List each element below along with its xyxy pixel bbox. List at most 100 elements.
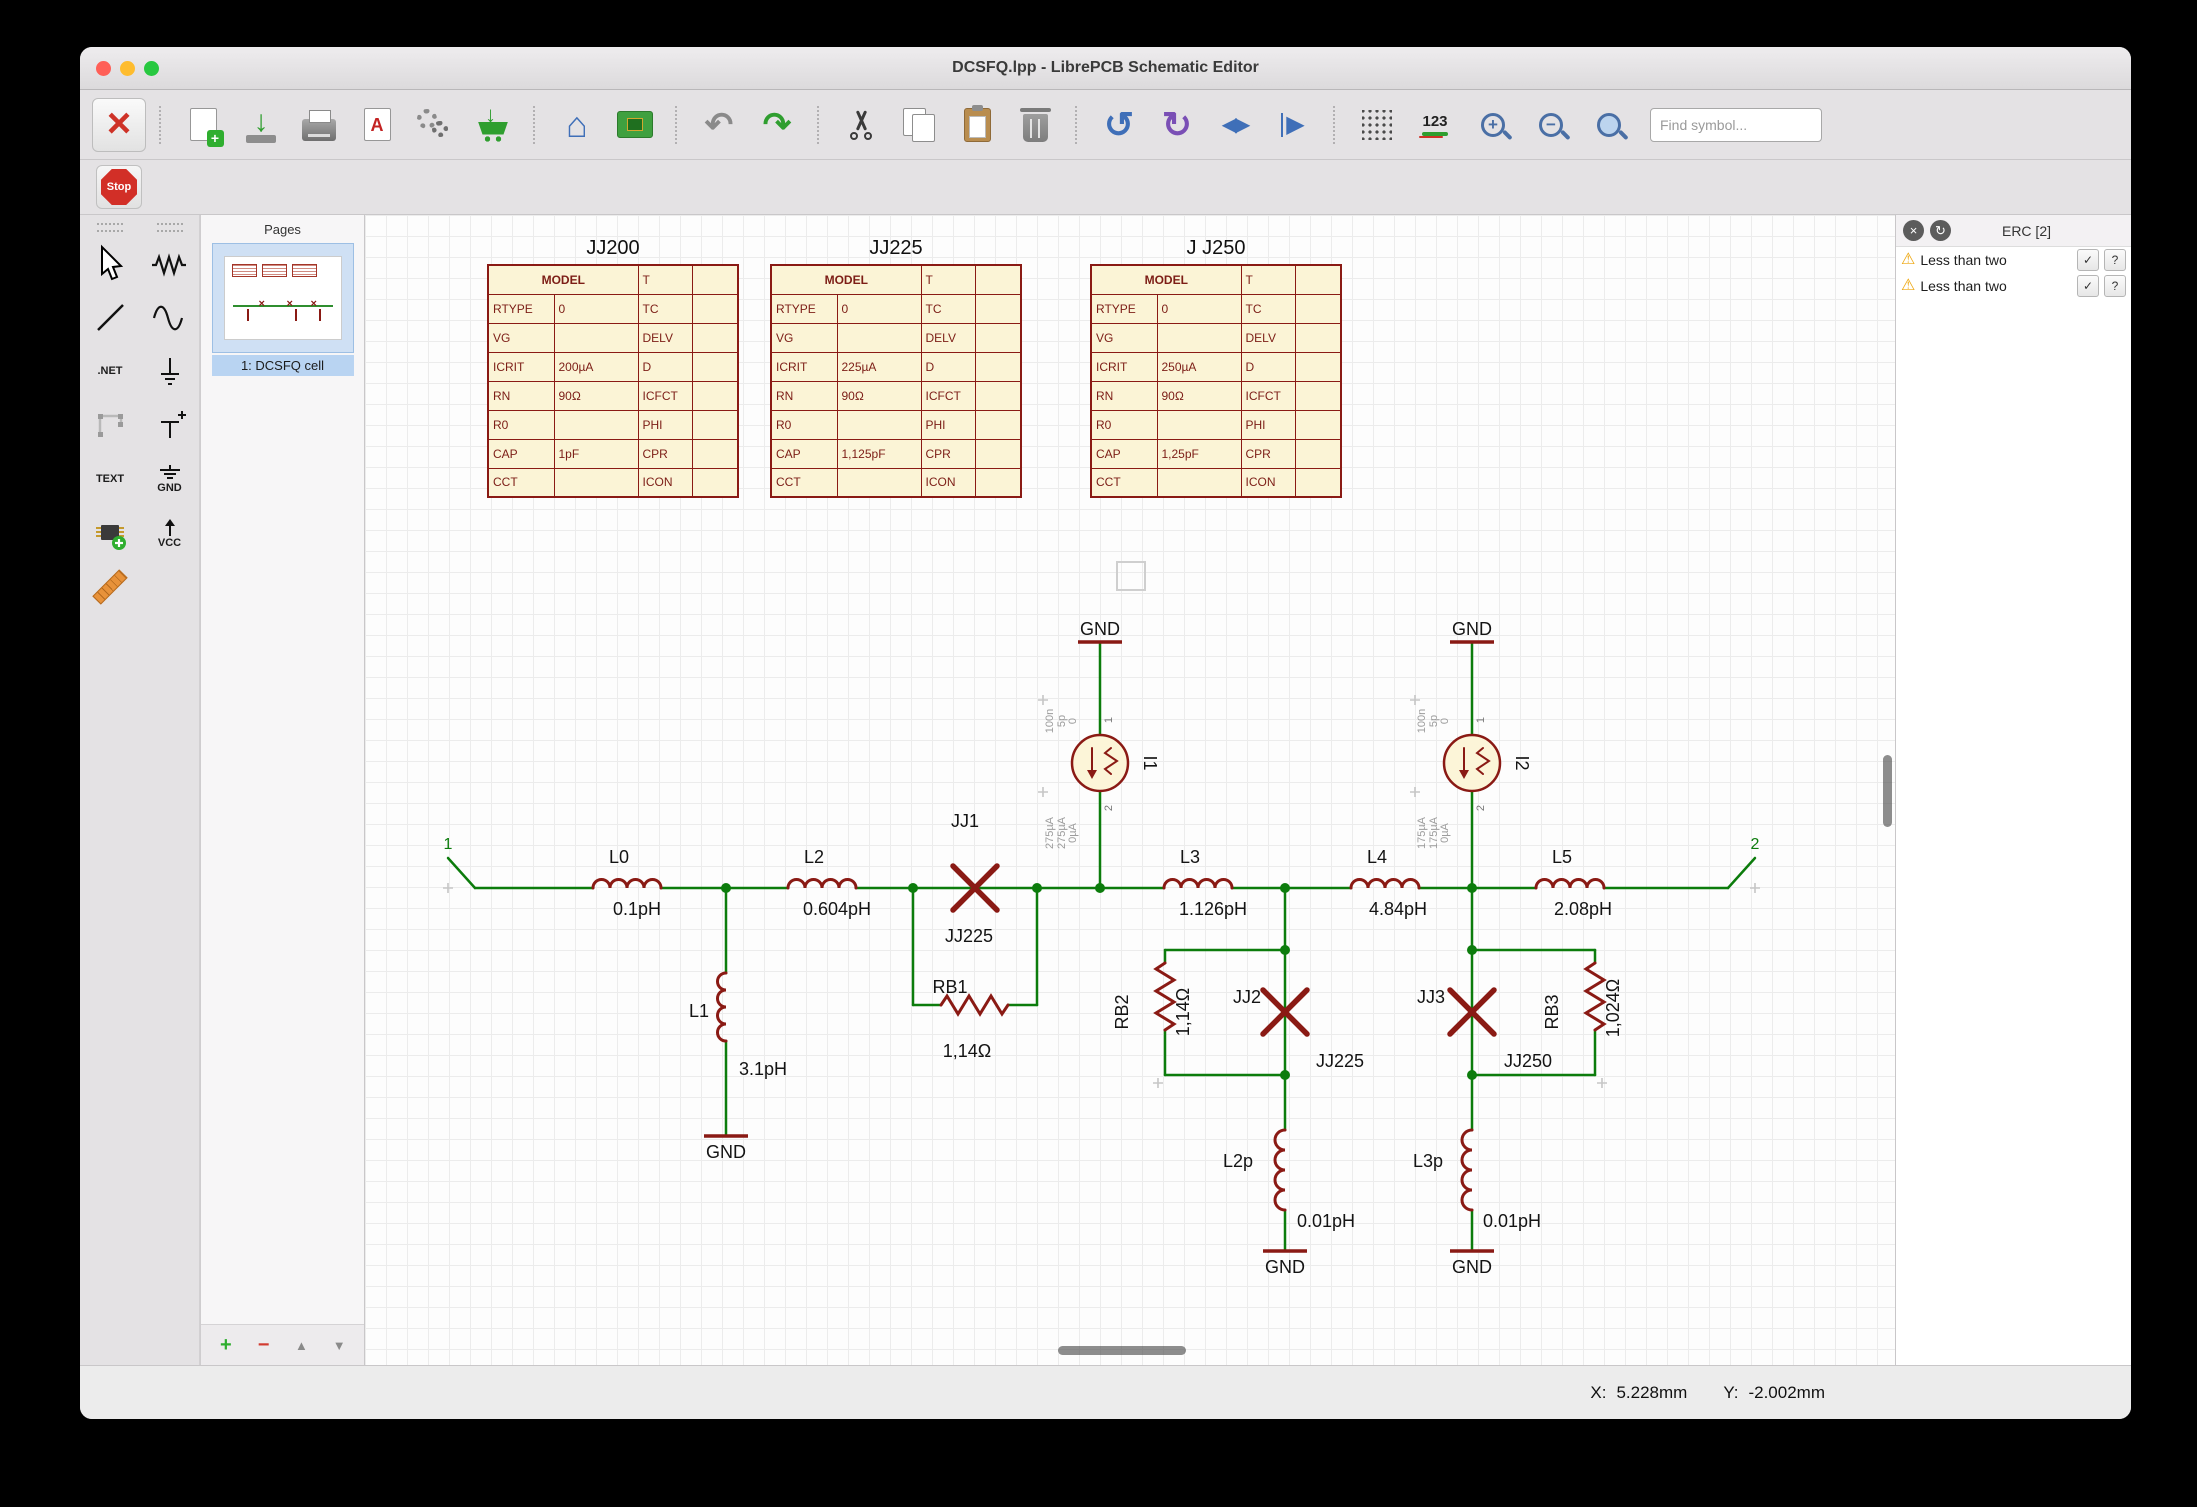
component-value-label[interactable]: 1,024Ω [1603,979,1623,1038]
component-value-label[interactable]: JJ225 [945,926,993,946]
component-value-label[interactable]: JJ250 [1504,1051,1552,1071]
toolbar-grip[interactable] [157,223,183,232]
horizontal-scrollbar[interactable] [1058,1346,1186,1355]
component-value-label[interactable]: 1.126pH [1179,899,1247,919]
print-button[interactable] [292,98,346,152]
component-name-label[interactable]: L3 [1180,847,1200,867]
copy-button[interactable] [892,98,946,152]
zoom-out-button[interactable]: − [1524,98,1578,152]
find-symbol-input[interactable] [1650,108,1822,142]
minimize-window-button[interactable] [120,61,135,76]
toolbar-grip[interactable] [97,223,123,232]
component-value-label[interactable]: 0.604pH [803,899,871,919]
component-name-label[interactable]: RB1 [932,977,967,997]
component-l3p[interactable]: L3p 0.01pH [1413,1130,1541,1231]
gnd-symbol-l3p[interactable]: GND [1450,1251,1494,1277]
component-name-label[interactable]: I1 [1140,755,1160,770]
erc-approve-button[interactable]: ✓ [2077,249,2099,271]
add-page-button[interactable]: + [215,1333,237,1357]
component-name-label[interactable]: L1 [689,1001,709,1021]
component-name-label[interactable]: JJ2 [1233,987,1261,1007]
component-l2p[interactable]: L2p 0.01pH [1223,1130,1355,1231]
redo-button[interactable]: ↷ [750,98,804,152]
gnd-symbol-l1[interactable]: GND [704,1136,748,1162]
component-rb3[interactable]: RB3 1,024Ω [1542,963,1623,1037]
schematic-canvas[interactable]: JJ200 MODEL T RTYPE0TC VGDELV ICRIT200µA… [365,215,1895,1365]
close-project-button[interactable]: × [92,98,146,152]
gnd-symbol-l2p[interactable]: GND [1263,1251,1307,1277]
jj-model-table[interactable]: JJ225 MODEL T RTYPE0TC VGDELV ICRIT225µA… [770,237,1022,498]
component-value-label[interactable]: 3.1pH [739,1059,787,1079]
component-name-label[interactable]: L3p [1413,1151,1443,1171]
add-source-button[interactable] [146,293,194,341]
component-name-label[interactable]: L2 [804,847,824,867]
component-name-label[interactable]: L4 [1367,847,1387,867]
component-value-label[interactable]: 0.01pH [1297,1211,1355,1231]
draw-line-tool-button[interactable] [86,293,134,341]
flip-button[interactable]: ▶ [1266,98,1320,152]
component-rb2[interactable]: RB2 1,14Ω [1112,963,1193,1036]
component-jj1[interactable]: JJ1 JJ225 [945,811,997,946]
component-name-label[interactable]: I2 [1512,755,1532,770]
component-l0[interactable]: L0 0.1pH [593,847,661,919]
jj-model-table[interactable]: J J250 MODEL T RTYPE0TC VGDELV ICRIT250µ… [1090,237,1342,498]
erc-warning-row[interactable]: ⚠ Less than two ✓ ? [1896,273,2131,299]
close-window-button[interactable] [96,61,111,76]
vertical-scrollbar[interactable] [1883,755,1892,827]
zoom-in-button[interactable]: + [1466,98,1520,152]
add-supply-pin-button[interactable] [146,401,194,449]
component-value-label[interactable]: 4.84pH [1369,899,1427,919]
component-value-label[interactable]: 2.08pH [1554,899,1612,919]
page-item-label[interactable]: 1: DCSFQ cell [212,355,354,376]
component-l2[interactable]: L2 0.604pH [788,847,871,919]
save-button[interactable]: ↓ [234,98,288,152]
move-page-down-button[interactable]: ▼ [328,1333,350,1357]
undo-button[interactable]: ↶ [692,98,746,152]
pin-lead[interactable] [1728,858,1755,888]
component-value-label[interactable]: 1,14Ω [1173,988,1193,1037]
order-pcb-button[interactable]: ↓ [466,98,520,152]
component-i1[interactable]: GND I1 1 2 100n 5p 0 275µA 275µA 0µA [1044,619,1160,849]
component-l3[interactable]: L3 1.126pH [1164,847,1247,919]
component-name-label[interactable]: RB2 [1112,994,1132,1029]
toggle-pin-numbers-button[interactable]: 123 [1408,98,1462,152]
abort-command-button[interactable]: Stop [96,165,142,209]
title-bar[interactable]: DCSFQ.lpp - LibrePCB Schematic Editor [80,47,2131,90]
rotate-cw-button[interactable]: ↻ [1150,98,1204,152]
component-name-label[interactable]: RB3 [1542,994,1562,1029]
add-resistor-button[interactable] [146,239,194,287]
remove-page-button[interactable]: − [253,1333,275,1357]
text-tool-button[interactable]: TEXT [86,455,134,503]
delete-button[interactable] [1008,98,1062,152]
add-vcc-symbol-button[interactable]: VCC [146,509,194,557]
mirror-button[interactable]: ◀▶ [1208,98,1262,152]
component-i2[interactable]: GND I2 1 2 100n 5p 0 175µA 175µA 0µA [1416,619,1532,849]
component-value-label[interactable]: 1,14Ω [943,1041,992,1061]
component-l1[interactable]: L1 3.1pH [689,973,787,1079]
erc-rerun-button[interactable]: ↻ [1930,220,1951,241]
paste-button[interactable] [950,98,1004,152]
add-gnd-symbol-button[interactable]: GND [146,455,194,503]
zoom-window-button[interactable] [144,61,159,76]
component-jj2[interactable]: JJ2 JJ225 [1233,987,1364,1071]
component-name-label[interactable]: L0 [609,847,629,867]
page-thumbnail[interactable]: ××× [212,243,354,353]
project-settings-button[interactable] [408,98,462,152]
component-value-label[interactable]: 0.01pH [1483,1211,1541,1231]
net-label-tool-button[interactable]: .NET [86,347,134,395]
component-name-label[interactable]: JJ3 [1417,987,1445,1007]
component-jj3[interactable]: JJ3 JJ250 [1417,987,1552,1071]
rotate-ccw-button[interactable]: ↺ [1092,98,1146,152]
cut-button[interactable] [834,98,888,152]
erc-close-button[interactable]: × [1903,220,1924,241]
erc-help-button[interactable]: ? [2104,275,2126,297]
jj-model-table[interactable]: JJ200 MODEL T RTYPE0TC VGDELV ICRIT200µA… [487,237,739,498]
component-l4[interactable]: L4 4.84pH [1351,847,1427,919]
grid-settings-button[interactable] [1350,98,1404,152]
move-page-up-button[interactable]: ▲ [291,1333,313,1357]
measure-tool-button[interactable] [86,563,134,611]
board-editor-button[interactable] [608,98,662,152]
erc-warning-row[interactable]: ⚠ Less than two ✓ ? [1896,247,2131,273]
polygon-tool-button[interactable] [86,401,134,449]
component-l5[interactable]: L5 2.08pH [1536,847,1612,919]
